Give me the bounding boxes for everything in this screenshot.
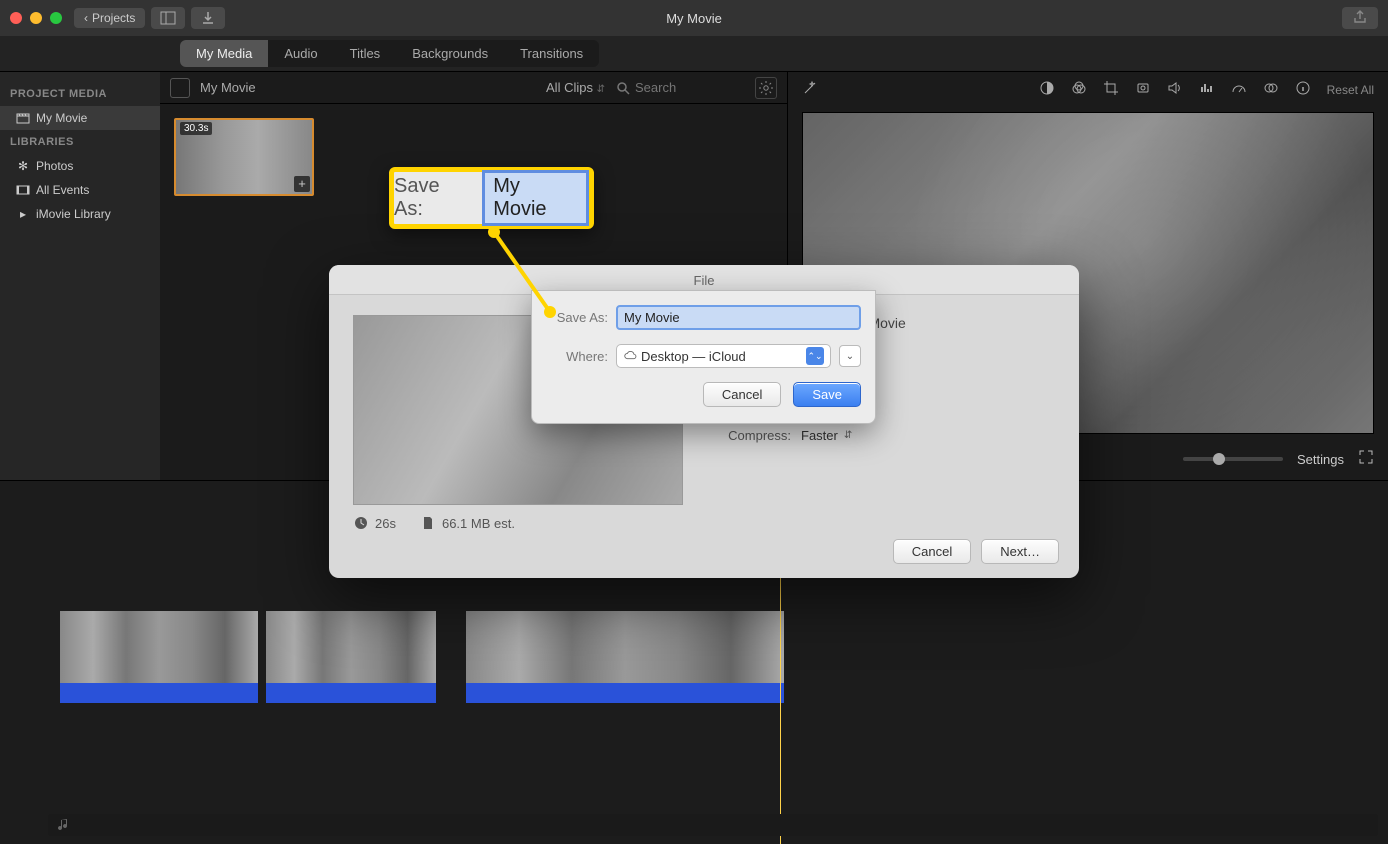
export-duration: 26s: [353, 515, 396, 531]
fullscreen-icon[interactable]: [1358, 449, 1374, 470]
clips-filter[interactable]: All Clips ⇵: [546, 80, 605, 95]
sidebar-item-label: iMovie Library: [36, 207, 111, 221]
tab-transitions[interactable]: Transitions: [504, 40, 599, 67]
sidebar-item-my-movie[interactable]: My Movie: [0, 106, 160, 130]
layout-icon: [160, 10, 176, 26]
tab-segment: My Media Audio Titles Backgrounds Transi…: [180, 40, 599, 67]
zoom-slider[interactable]: [1183, 457, 1283, 461]
export-cancel-button[interactable]: Cancel: [893, 539, 971, 564]
updown-icon: ⇵: [844, 430, 852, 441]
sidebar-item-photos[interactable]: ✻ Photos: [0, 154, 160, 178]
sidebar-header-libraries: LIBRARIES: [0, 130, 160, 154]
timeline-clip[interactable]: [60, 611, 258, 703]
color-balance-icon[interactable]: [1039, 80, 1055, 101]
equalizer-icon[interactable]: [1199, 80, 1215, 101]
crop-icon[interactable]: [1103, 80, 1119, 101]
sidebar-item-label: All Events: [36, 183, 89, 197]
share-icon: [1352, 9, 1368, 25]
toggle-browser-button[interactable]: [151, 7, 185, 29]
transport-right: Settings: [1183, 449, 1374, 470]
library-tabs: My Media Audio Titles Backgrounds Transi…: [0, 36, 1388, 72]
stabilize-icon[interactable]: [1135, 80, 1151, 101]
save-button[interactable]: Save: [793, 382, 861, 407]
compress-label: Compress:: [707, 428, 791, 443]
back-label: Projects: [92, 11, 135, 25]
minimize-window-icon[interactable]: [30, 12, 42, 24]
viewer-toolbar: Reset All: [788, 72, 1388, 108]
export-filesize: 66.1 MB est.: [420, 515, 515, 531]
list-view-toggle[interactable]: [170, 78, 190, 98]
back-projects-button[interactable]: ‹ Projects: [74, 8, 145, 28]
annotation-connector: [490, 228, 558, 316]
timeline-clip[interactable]: [266, 611, 436, 703]
timeline-clip[interactable]: [466, 611, 784, 703]
updown-icon: ⌃⌄: [806, 347, 824, 365]
save-sheet: Save As: Where: Desktop — iCloud ⌃⌄ ⌄ Ca…: [531, 290, 876, 424]
sidebar-item-all-events[interactable]: All Events: [0, 178, 160, 202]
sidebar-item-label: Photos: [36, 159, 73, 173]
share-button[interactable]: [1342, 7, 1378, 29]
magic-wand-icon[interactable]: [802, 80, 818, 101]
filmstrip-icon: [16, 183, 30, 197]
where-value: Desktop — iCloud: [641, 349, 746, 364]
saveas-input[interactable]: [616, 305, 861, 330]
browser-toolbar: My Movie All Clips ⇵: [160, 72, 787, 104]
expand-save-dialog-button[interactable]: ⌄: [839, 345, 861, 367]
zoom-window-icon[interactable]: [50, 12, 62, 24]
tab-my-media[interactable]: My Media: [180, 40, 268, 67]
volume-icon[interactable]: [1167, 80, 1183, 101]
close-window-icon[interactable]: [10, 12, 22, 24]
updown-icon: ⇵: [597, 84, 605, 95]
viewer-settings-button[interactable]: Settings: [1297, 452, 1344, 467]
flower-icon: ✻: [16, 159, 30, 173]
color-correction-icon[interactable]: [1071, 80, 1087, 101]
callout-label: Save As:: [394, 175, 472, 221]
export-next-button[interactable]: Next…: [981, 539, 1059, 564]
gear-icon: [758, 80, 774, 96]
event-name: My Movie: [200, 80, 256, 95]
tab-backgrounds[interactable]: Backgrounds: [396, 40, 504, 67]
clapperboard-icon: [16, 111, 30, 125]
clip-thumbnail[interactable]: 30.3s +: [174, 118, 314, 196]
sidebar-header-project-media: PROJECT MEDIA: [0, 82, 160, 106]
search-input[interactable]: [635, 80, 745, 95]
slider-knob[interactable]: [1213, 453, 1225, 465]
sidebar-item-imovie-library[interactable]: ▸ iMovie Library: [0, 202, 160, 226]
info-icon[interactable]: [1295, 80, 1311, 101]
callout-field-value: My Movie: [482, 170, 589, 226]
clip-duration-badge: 30.3s: [180, 122, 212, 135]
save-cancel-button[interactable]: Cancel: [703, 382, 781, 407]
add-clip-button[interactable]: +: [294, 176, 310, 192]
where-dropdown[interactable]: Desktop — iCloud ⌃⌄: [616, 344, 831, 368]
window-controls: [10, 12, 62, 24]
cloud-icon: [623, 349, 637, 363]
clock-icon: [353, 515, 369, 531]
filter-icon[interactable]: [1263, 80, 1279, 101]
tab-audio[interactable]: Audio: [268, 40, 333, 67]
reset-all-button[interactable]: Reset All: [1327, 83, 1374, 97]
tab-titles[interactable]: Titles: [334, 40, 397, 67]
search-icon: [615, 80, 631, 96]
window-title: My Movie: [666, 11, 722, 26]
video-track: [0, 611, 1388, 703]
chevron-left-icon: ‹: [84, 11, 88, 25]
titlebar: ‹ Projects My Movie: [0, 0, 1388, 36]
speed-icon[interactable]: [1231, 80, 1247, 101]
browser-settings-button[interactable]: [755, 77, 777, 99]
download-icon: [200, 10, 216, 26]
where-label: Where:: [546, 349, 608, 364]
compress-value[interactable]: Faster: [801, 428, 838, 443]
sidebar: PROJECT MEDIA My Movie LIBRARIES ✻ Photo…: [0, 72, 160, 480]
sidebar-item-label: My Movie: [36, 111, 87, 125]
import-button[interactable]: [191, 7, 225, 29]
music-track[interactable]: [48, 814, 1378, 836]
annotation-callout: Save As: My Movie: [389, 167, 594, 229]
music-note-icon: [56, 817, 72, 833]
search-field[interactable]: [615, 80, 745, 96]
document-icon: [420, 515, 436, 531]
disclosure-triangle-icon: ▸: [16, 207, 30, 221]
